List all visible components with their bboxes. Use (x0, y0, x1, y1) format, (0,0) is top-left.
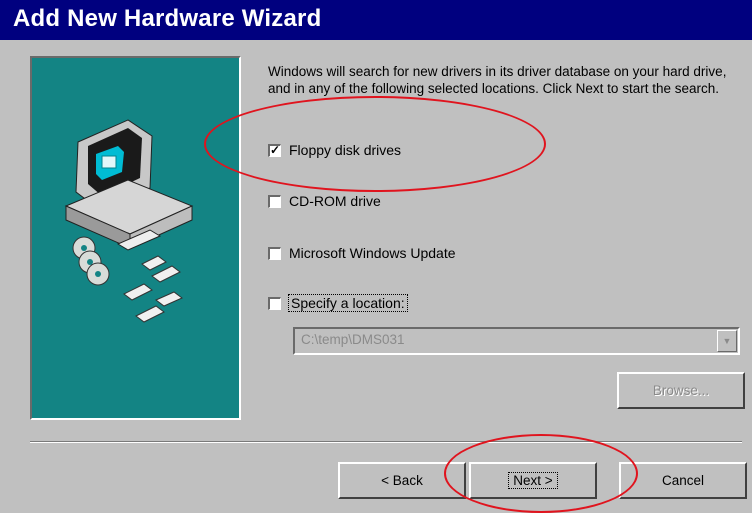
wizard-illustration (30, 56, 241, 420)
cdrom-drive-option[interactable]: CD-ROM drive (268, 191, 381, 211)
next-button[interactable]: Next > (469, 462, 597, 499)
cdrom-drive-label[interactable]: CD-ROM drive (289, 193, 381, 209)
location-value: C:\temp\DMS031 (301, 332, 405, 347)
window-title: Add New Hardware Wizard (13, 5, 322, 32)
floppy-drive-label[interactable]: Floppy disk drives (289, 142, 401, 158)
cancel-button[interactable]: Cancel (619, 462, 747, 499)
wizard-window: Add New Hardware Wizard Windows will sea… (0, 0, 752, 513)
windows-update-checkbox[interactable] (268, 246, 281, 260)
chevron-down-icon[interactable]: ▼ (717, 330, 737, 352)
floppy-drive-checkbox[interactable]: ✓ (268, 143, 281, 157)
browse-button[interactable]: Browse... (617, 372, 745, 409)
specify-location-checkbox[interactable] (268, 296, 281, 310)
title-bar[interactable]: Add New Hardware Wizard (0, 0, 752, 40)
cancel-button-label: Cancel (661, 473, 705, 488)
location-combo[interactable]: C:\temp\DMS031 ▼ (293, 327, 740, 355)
specify-location-option[interactable]: Specify a location: (268, 293, 408, 313)
computer-cd-illustration-icon (64, 119, 194, 323)
next-button-label: Next > (508, 472, 558, 489)
windows-update-label[interactable]: Microsoft Windows Update (289, 245, 456, 261)
windows-update-option[interactable]: Microsoft Windows Update (268, 243, 456, 263)
cdrom-drive-checkbox[interactable] (268, 194, 281, 208)
browse-button-label: Browse... (652, 383, 710, 398)
intro-text: Windows will search for new drivers in i… (268, 64, 727, 96)
floppy-drive-option[interactable]: ✓ Floppy disk drives (268, 140, 401, 160)
specify-location-label[interactable]: Specify a location: (288, 294, 408, 312)
back-button-label: < Back (381, 473, 423, 488)
back-button[interactable]: < Back (338, 462, 466, 499)
separator-line (30, 441, 742, 443)
